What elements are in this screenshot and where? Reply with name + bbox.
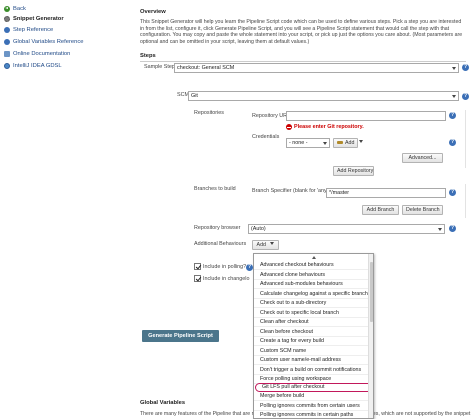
add-credentials-button[interactable]: Add <box>333 138 358 148</box>
add-repository-button[interactable]: Add Repository <box>333 166 374 176</box>
sidebar-item-label: Back <box>13 5 26 12</box>
menu-scrollbar[interactable] <box>368 254 373 418</box>
advanced-button[interactable]: Advanced... <box>402 153 443 163</box>
menu-item[interactable]: Custom SCM name <box>254 347 373 356</box>
menu-item-git-lfs-pull-highlighted[interactable]: Git LFS pull after checkout <box>255 382 372 392</box>
steps-title: Steps <box>140 53 156 59</box>
sidebar-item-step-reference[interactable]: Step Reference <box>4 25 53 34</box>
back-arrow-icon <box>4 5 10 12</box>
branch-specifier-label: Branch Specifier (blank for 'any') <box>252 188 330 194</box>
sidebar-item-label: Snippet Generator <box>13 15 64 22</box>
repository-url-error: Please enter Git repository. <box>286 124 364 130</box>
include-in-polling-checkbox[interactable] <box>194 263 201 270</box>
repository-url-label: Repository URL <box>252 113 291 119</box>
credentials-label: Credentials <box>252 134 280 140</box>
add-branch-button[interactable]: Add Branch <box>362 205 399 215</box>
help-icon[interactable]: ? <box>449 139 456 146</box>
menu-item[interactable]: Don't trigger a build on commit notifica… <box>254 366 373 375</box>
branch-specifier-input[interactable]: */master <box>326 188 446 198</box>
sidebar-item-global-variables[interactable]: Global Variables Reference <box>4 37 83 46</box>
menu-item[interactable]: Calculate changelog against a specific b… <box>254 290 373 299</box>
menu-item[interactable]: Check out to specific local branch <box>254 309 373 318</box>
generate-pipeline-script-button[interactable]: Generate Pipeline Script <box>142 330 219 342</box>
menu-item[interactable]: Advanced sub-modules behaviours <box>254 280 373 289</box>
divider <box>140 61 466 62</box>
add-behaviour-label: Add <box>256 242 266 248</box>
scroll-up-icon[interactable] <box>254 254 373 261</box>
key-icon <box>337 141 343 144</box>
gear-icon <box>4 15 10 22</box>
menu-item[interactable]: Advanced clone behaviours <box>254 271 373 280</box>
include-in-changelog-label: Include in changelo <box>203 276 250 282</box>
globe-icon <box>4 62 10 69</box>
help-icon[interactable]: ? <box>449 225 456 232</box>
behaviours-dropdown-menu[interactable]: Advanced checkout behaviours Advanced cl… <box>253 253 374 419</box>
repository-browser-label: Repository browser <box>194 225 241 231</box>
sample-step-label: Sample Step <box>144 64 175 70</box>
menu-item[interactable]: Polling ignores commits in certain paths <box>254 411 373 418</box>
repository-browser-select[interactable]: (Auto) <box>248 224 445 234</box>
branch-panel-edge <box>465 184 466 218</box>
sidebar-item-snippet-generator[interactable]: Snippet Generator <box>4 14 64 23</box>
menu-item[interactable]: Custom user name/e-mail address <box>254 356 373 365</box>
sample-step-select[interactable]: checkout: General SCM <box>174 63 459 73</box>
include-in-polling-label: Include in polling? <box>203 264 247 270</box>
overview-text: This Snippet Generator will help you lea… <box>140 19 463 45</box>
repository-url-input[interactable] <box>286 111 446 121</box>
help-icon[interactable]: ? <box>462 64 469 71</box>
sidebar-item-back[interactable]: Back <box>4 4 26 13</box>
menu-item[interactable]: Advanced checkout behaviours <box>254 261 373 270</box>
sidebar: Back Snippet Generator Step Reference Gl… <box>0 0 135 419</box>
add-label: Add <box>345 140 355 146</box>
add-behaviour-button[interactable]: Add <box>252 240 279 250</box>
scm-select[interactable]: Git <box>188 91 459 101</box>
branches-label: Branches to build <box>194 186 236 192</box>
overview-title: Overview <box>140 9 166 15</box>
help-icon <box>4 38 10 45</box>
delete-branch-button[interactable]: Delete Branch <box>402 205 443 215</box>
help-icon[interactable]: ? <box>449 189 456 196</box>
help-icon[interactable]: ? <box>449 112 456 119</box>
global-variables-title: Global Variables <box>140 400 186 406</box>
menu-item[interactable]: Clean before checkout <box>254 328 373 337</box>
additional-behaviours-label: Additional Behaviours <box>194 241 247 247</box>
sidebar-item-label: IntelliJ IDEA GDSL <box>13 62 62 69</box>
menu-item[interactable]: Check out to a sub-directory <box>254 299 373 308</box>
help-icon <box>4 26 10 33</box>
sidebar-item-intellij-gdsl[interactable]: IntelliJ IDEA GDSL <box>4 61 62 70</box>
credentials-select[interactable]: - none - <box>286 138 330 148</box>
include-in-changelog-checkbox[interactable] <box>194 275 201 282</box>
menu-item[interactable]: Clean after checkout <box>254 318 373 327</box>
repositories-label: Repositories <box>194 110 224 116</box>
document-icon <box>4 50 10 57</box>
menu-item[interactable]: Polling ignores commits from certain use… <box>254 402 373 411</box>
menu-item[interactable]: Create a tag for every build <box>254 337 373 346</box>
error-text: Please enter Git repository. <box>294 124 364 130</box>
menu-item[interactable]: Merge before build <box>254 392 373 401</box>
error-icon <box>286 124 292 130</box>
repository-panel-edge <box>465 110 466 168</box>
help-icon[interactable]: ? <box>246 264 253 271</box>
sidebar-item-online-documentation[interactable]: Online Documentation <box>4 49 70 58</box>
sidebar-item-label: Step Reference <box>13 26 54 33</box>
help-icon[interactable]: ? <box>462 93 469 100</box>
sidebar-item-label: Global Variables Reference <box>13 38 84 45</box>
sidebar-item-label: Online Documentation <box>13 50 71 57</box>
